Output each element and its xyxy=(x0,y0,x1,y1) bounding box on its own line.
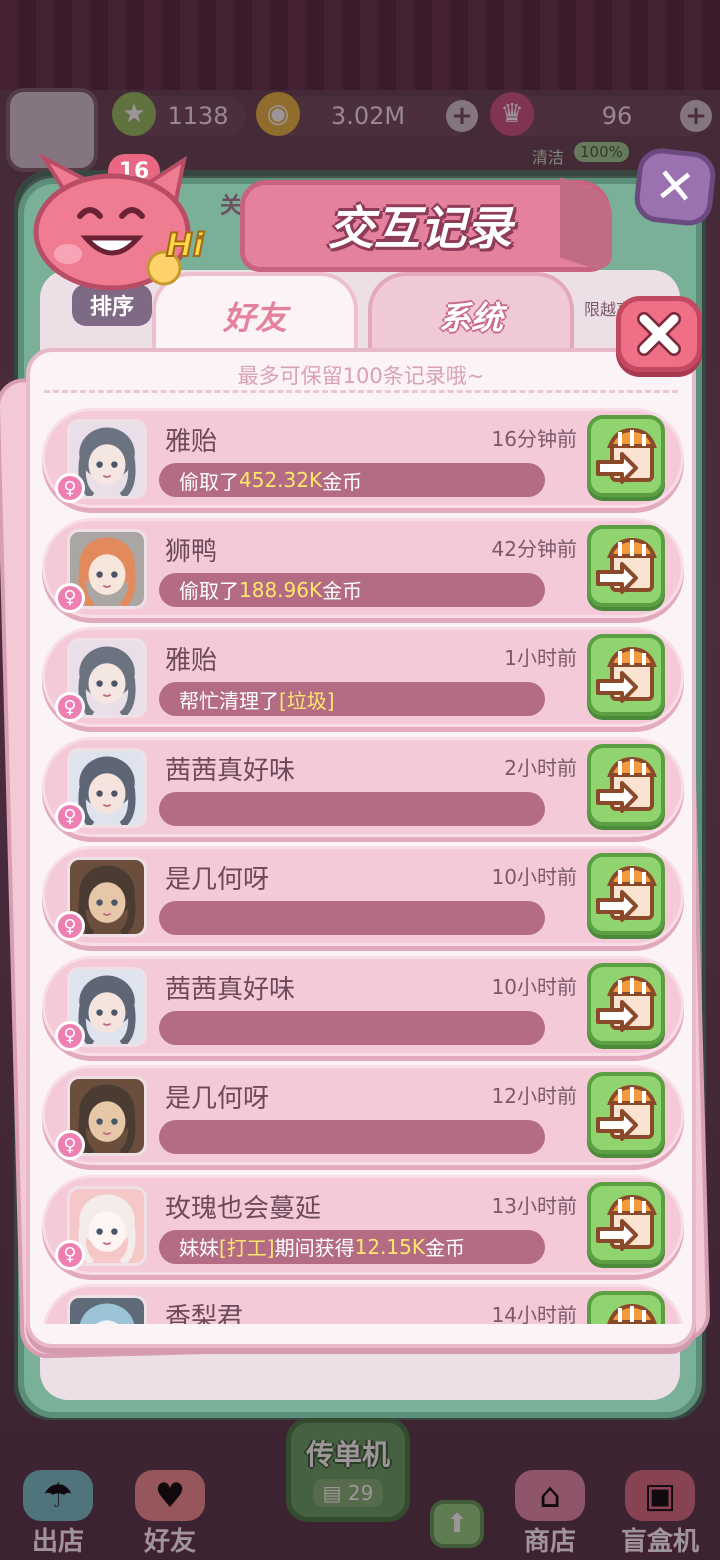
friend-name: 是几何呀 xyxy=(165,1084,270,1114)
record-message xyxy=(159,1010,545,1045)
record-time: 13小时前 xyxy=(491,1193,577,1218)
record-message: 帮忙清理了 [垃圾] xyxy=(159,682,545,716)
friend-name: 茜茜真好味 xyxy=(165,755,296,786)
record-row[interactable]: ♀ 玫瑰也会蔓延 13小时前 妹妹 [打工] 期间获得 12.15K 金币 xyxy=(42,1174,684,1275)
message-text: 金币 xyxy=(322,579,363,603)
interaction-record-dialog: 最多可保留100条记录哦~ ♀ 雅贻 16分钟前 偷取了452.32K金币 xyxy=(26,348,696,1348)
tab-system-label: 系统 xyxy=(438,299,503,337)
message-highlight: [打工] xyxy=(219,1236,275,1260)
friend-name: 雅贻 xyxy=(165,646,218,676)
visit-store-icon xyxy=(596,427,657,484)
record-time: 2小时前 xyxy=(504,755,577,780)
record-row[interactable]: ♀ 雅贻 1小时前 帮忙清理了 [垃圾] xyxy=(42,627,684,727)
message-highlight: 188.96K xyxy=(239,577,323,602)
tab-system[interactable]: 系统 xyxy=(368,272,574,356)
record-limit-hint: 最多可保留100条记录哦~ xyxy=(237,364,485,388)
visit-store-icon xyxy=(596,975,657,1032)
friend-avatar[interactable] xyxy=(67,1295,147,1324)
dialog-title: 交互记录 xyxy=(328,201,512,255)
visit-store-button[interactable] xyxy=(587,524,665,607)
message-text: 金币 xyxy=(322,469,363,494)
female-icon: ♀ xyxy=(55,582,85,613)
record-row[interactable]: ♀ 雅贻 16分钟前 偷取了 452.32K 金币 xyxy=(42,408,684,508)
visit-store-icon xyxy=(596,1194,657,1251)
close-dialog-button[interactable] xyxy=(616,296,702,372)
record-message: 偷取了 452.32K 金币 xyxy=(159,463,545,497)
message-highlight: 12.15K xyxy=(354,1234,425,1259)
close-friends-dialog-button[interactable]: ✕ xyxy=(632,146,718,228)
female-icon: ♀ xyxy=(55,801,85,832)
record-row[interactable]: ♀ 茜茜真好味 2小时前 xyxy=(42,736,684,837)
friend-name: 玫瑰也会蔓延 xyxy=(165,1193,322,1224)
dashed-divider xyxy=(44,390,678,393)
close-icon xyxy=(637,312,681,356)
female-icon: ♀ xyxy=(55,1020,85,1051)
visit-store-icon xyxy=(596,756,657,813)
visit-store-button[interactable] xyxy=(587,634,665,716)
visit-store-button[interactable] xyxy=(587,1072,665,1154)
record-time: 14小时前 xyxy=(491,1303,577,1324)
visit-store-button[interactable] xyxy=(587,743,665,826)
visit-store-icon xyxy=(596,646,657,703)
visit-store-button[interactable] xyxy=(587,415,665,497)
friend-name: 香梨君 xyxy=(165,1303,244,1324)
female-icon: ♀ xyxy=(55,1239,85,1270)
visit-store-icon xyxy=(596,1084,657,1141)
record-row[interactable]: ♀ 香梨君 14小时前 xyxy=(42,1284,684,1324)
record-time: 1小时前 xyxy=(504,646,577,670)
record-time: 12小时前 xyxy=(491,1084,577,1108)
record-row[interactable]: ♀ 茜茜真好味 10小时前 xyxy=(42,955,684,1056)
record-row[interactable]: ♀ 是几何呀 12小时前 xyxy=(42,1065,684,1165)
friend-name: 茜茜真好味 xyxy=(165,974,296,1005)
visit-store-button[interactable] xyxy=(587,962,665,1045)
record-message xyxy=(159,1120,545,1154)
record-time: 10小时前 xyxy=(491,974,577,999)
message-text: 帮忙清理了 xyxy=(179,688,279,713)
visit-store-button[interactable] xyxy=(587,1291,665,1324)
friend-name: 狮鸭 xyxy=(165,536,218,567)
record-message xyxy=(159,901,545,935)
close-icon: ✕ xyxy=(652,157,698,217)
visit-store-icon xyxy=(596,537,657,594)
female-icon: ♀ xyxy=(55,473,85,503)
record-row[interactable]: ♀ 狮鸭 42分钟前 偷取了 188.96K 金币 xyxy=(42,517,684,618)
mascot-hi-text: Hi xyxy=(166,226,205,264)
message-text: 期间获得 xyxy=(274,1236,355,1260)
message-text: 金币 xyxy=(424,1236,465,1260)
female-icon: ♀ xyxy=(55,692,85,722)
record-message: 偷取了 188.96K 金币 xyxy=(159,572,545,607)
friend-name: 雅贻 xyxy=(165,427,218,457)
friend-name: 是几何呀 xyxy=(165,865,270,895)
record-row[interactable]: ♀ 是几何呀 10小时前 xyxy=(42,846,684,946)
record-time: 10小时前 xyxy=(491,865,577,889)
record-message xyxy=(159,791,545,826)
visit-store-button[interactable] xyxy=(587,853,665,935)
record-message: 妹妹 [打工] 期间获得 12.15K 金币 xyxy=(159,1229,545,1264)
female-icon: ♀ xyxy=(55,1130,85,1160)
message-text: 偷取了 xyxy=(179,579,239,603)
message-highlight: [垃圾] xyxy=(279,688,335,713)
record-list[interactable]: ♀ 雅贻 16分钟前 偷取了 452.32K 金币 ♀ 狮鸭 42分钟前 偷取了… xyxy=(42,400,692,1324)
message-highlight: 452.32K xyxy=(239,468,323,492)
female-icon: ♀ xyxy=(55,911,85,941)
message-text: 妹妹 xyxy=(179,1236,219,1260)
tab-friends-label: 好友 xyxy=(222,299,287,337)
record-time: 16分钟前 xyxy=(491,427,577,451)
visit-store-icon xyxy=(596,865,657,922)
record-time: 42分钟前 xyxy=(491,536,577,561)
visit-store-icon xyxy=(607,1303,657,1324)
mascot-icon: Hi xyxy=(24,150,214,300)
message-text: 偷取了 xyxy=(179,469,239,494)
visit-store-button[interactable] xyxy=(587,1181,665,1264)
